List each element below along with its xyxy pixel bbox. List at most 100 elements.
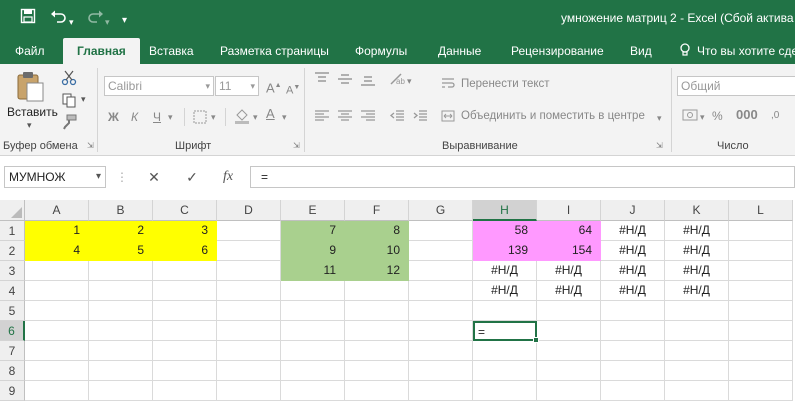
- cell-f1[interactable]: 8: [345, 221, 409, 241]
- cell-e3[interactable]: 11: [281, 261, 345, 281]
- column-header-l[interactable]: L: [729, 200, 793, 221]
- fill-color-dropdown-icon[interactable]: ▾: [253, 109, 258, 125]
- cell-k5[interactable]: [665, 301, 729, 321]
- accounting-dropdown-icon[interactable]: ▾: [700, 109, 705, 125]
- cell-g6[interactable]: [409, 321, 473, 341]
- enter-icon[interactable]: ✓: [178, 166, 206, 188]
- underline-button[interactable]: Ч: [153, 109, 161, 125]
- borders-icon[interactable]: [193, 110, 207, 128]
- cell-k8[interactable]: [665, 361, 729, 381]
- italic-button[interactable]: К: [131, 109, 138, 125]
- cell-c1[interactable]: 3: [153, 221, 217, 241]
- cell-b1[interactable]: 2: [89, 221, 153, 241]
- column-header-a[interactable]: A: [25, 200, 89, 221]
- cell-g5[interactable]: [409, 301, 473, 321]
- align-center-icon[interactable]: [337, 109, 353, 127]
- cell-c4[interactable]: [153, 281, 217, 301]
- customize-toolbar-icon[interactable]: ▾: [122, 11, 127, 31]
- cell-j2[interactable]: #Н/Д: [601, 241, 665, 261]
- cell-a5[interactable]: [25, 301, 89, 321]
- percent-icon[interactable]: %: [712, 108, 723, 124]
- cell-b5[interactable]: [89, 301, 153, 321]
- cell-d9[interactable]: [217, 381, 281, 401]
- cell-e6[interactable]: [281, 321, 345, 341]
- cell-d3[interactable]: [217, 261, 281, 281]
- fill-handle[interactable]: [533, 337, 539, 343]
- cell-l1[interactable]: [729, 221, 793, 241]
- row-header-1[interactable]: 1: [0, 221, 25, 241]
- copy-dropdown-icon[interactable]: ▾: [81, 94, 86, 105]
- row-header-2[interactable]: 2: [0, 241, 25, 261]
- align-right-icon[interactable]: [360, 109, 376, 127]
- align-middle-icon[interactable]: [337, 72, 353, 90]
- cell-f8[interactable]: [345, 361, 409, 381]
- select-all-button[interactable]: [0, 200, 25, 221]
- cell-d8[interactable]: [217, 361, 281, 381]
- cell-j5[interactable]: [601, 301, 665, 321]
- cell-h4[interactable]: #Н/Д: [473, 281, 537, 301]
- cell-b8[interactable]: [89, 361, 153, 381]
- cell-f3[interactable]: 12: [345, 261, 409, 281]
- tell-me-search[interactable]: Что вы хотите сде: [697, 38, 795, 64]
- cell-e5[interactable]: [281, 301, 345, 321]
- cell-f6[interactable]: [345, 321, 409, 341]
- tab-formulas[interactable]: Формулы: [355, 38, 407, 64]
- row-header-5[interactable]: 5: [0, 301, 25, 321]
- cell-h3[interactable]: #Н/Д: [473, 261, 537, 281]
- chevron-down-icon[interactable]: ▾: [96, 167, 101, 187]
- underline-dropdown-icon[interactable]: ▾: [168, 109, 173, 125]
- tab-insert[interactable]: Вставка: [149, 38, 194, 64]
- align-bottom-icon[interactable]: [360, 72, 376, 90]
- cell-k3[interactable]: #Н/Д: [665, 261, 729, 281]
- orientation-icon[interactable]: ab: [389, 72, 405, 90]
- row-header-8[interactable]: 8: [0, 361, 25, 381]
- tab-page-layout[interactable]: Разметка страницы: [220, 38, 329, 64]
- cell-k7[interactable]: [665, 341, 729, 361]
- cell-a3[interactable]: [25, 261, 89, 281]
- cell-f5[interactable]: [345, 301, 409, 321]
- cell-c2[interactable]: 6: [153, 241, 217, 261]
- column-header-b[interactable]: B: [89, 200, 153, 221]
- align-left-icon[interactable]: [314, 109, 330, 127]
- cell-a9[interactable]: [25, 381, 89, 401]
- cell-f2[interactable]: 10: [345, 241, 409, 261]
- cell-e2[interactable]: 9: [281, 241, 345, 261]
- cell-c9[interactable]: [153, 381, 217, 401]
- cell-g2[interactable]: [409, 241, 473, 261]
- wrap-text-button[interactable]: Перенести текст: [461, 78, 550, 90]
- cell-f9[interactable]: [345, 381, 409, 401]
- cell-d4[interactable]: [217, 281, 281, 301]
- font-color-dropdown-icon[interactable]: ▾: [282, 109, 287, 125]
- row-header-9[interactable]: 9: [0, 381, 25, 401]
- font-launcher-icon[interactable]: ⇲: [293, 141, 300, 150]
- insert-function-button[interactable]: fx: [214, 166, 242, 188]
- cell-d5[interactable]: [217, 301, 281, 321]
- cell-k9[interactable]: [665, 381, 729, 401]
- copy-icon[interactable]: [61, 92, 77, 111]
- cell-l6[interactable]: [729, 321, 793, 341]
- cell-j1[interactable]: #Н/Д: [601, 221, 665, 241]
- increase-font-icon[interactable]: A▲: [266, 78, 282, 96]
- cell-d6[interactable]: [217, 321, 281, 341]
- cell-l9[interactable]: [729, 381, 793, 401]
- save-icon[interactable]: [20, 8, 36, 30]
- undo-icon[interactable]: [50, 8, 68, 30]
- cell-h5[interactable]: [473, 301, 537, 321]
- decrease-indent-icon[interactable]: [389, 109, 405, 127]
- column-header-d[interactable]: D: [217, 200, 281, 221]
- cell-i2[interactable]: 154: [537, 241, 601, 261]
- column-header-e[interactable]: E: [281, 200, 345, 221]
- tab-view[interactable]: Вид: [630, 38, 652, 64]
- formula-bar-grip-icon[interactable]: ⋮: [116, 170, 128, 184]
- tab-data[interactable]: Данные: [438, 38, 481, 64]
- cell-a1[interactable]: 1: [25, 221, 89, 241]
- row-header-4[interactable]: 4: [0, 281, 25, 301]
- merge-center-icon[interactable]: [441, 109, 455, 127]
- cell-k6[interactable]: [665, 321, 729, 341]
- cell-j3[interactable]: #Н/Д: [601, 261, 665, 281]
- cell-g8[interactable]: [409, 361, 473, 381]
- number-format-select[interactable]: Общий: [677, 76, 795, 96]
- font-color-icon[interactable]: A: [266, 106, 275, 122]
- clipboard-launcher-icon[interactable]: ⇲: [87, 141, 94, 150]
- cell-j6[interactable]: [601, 321, 665, 341]
